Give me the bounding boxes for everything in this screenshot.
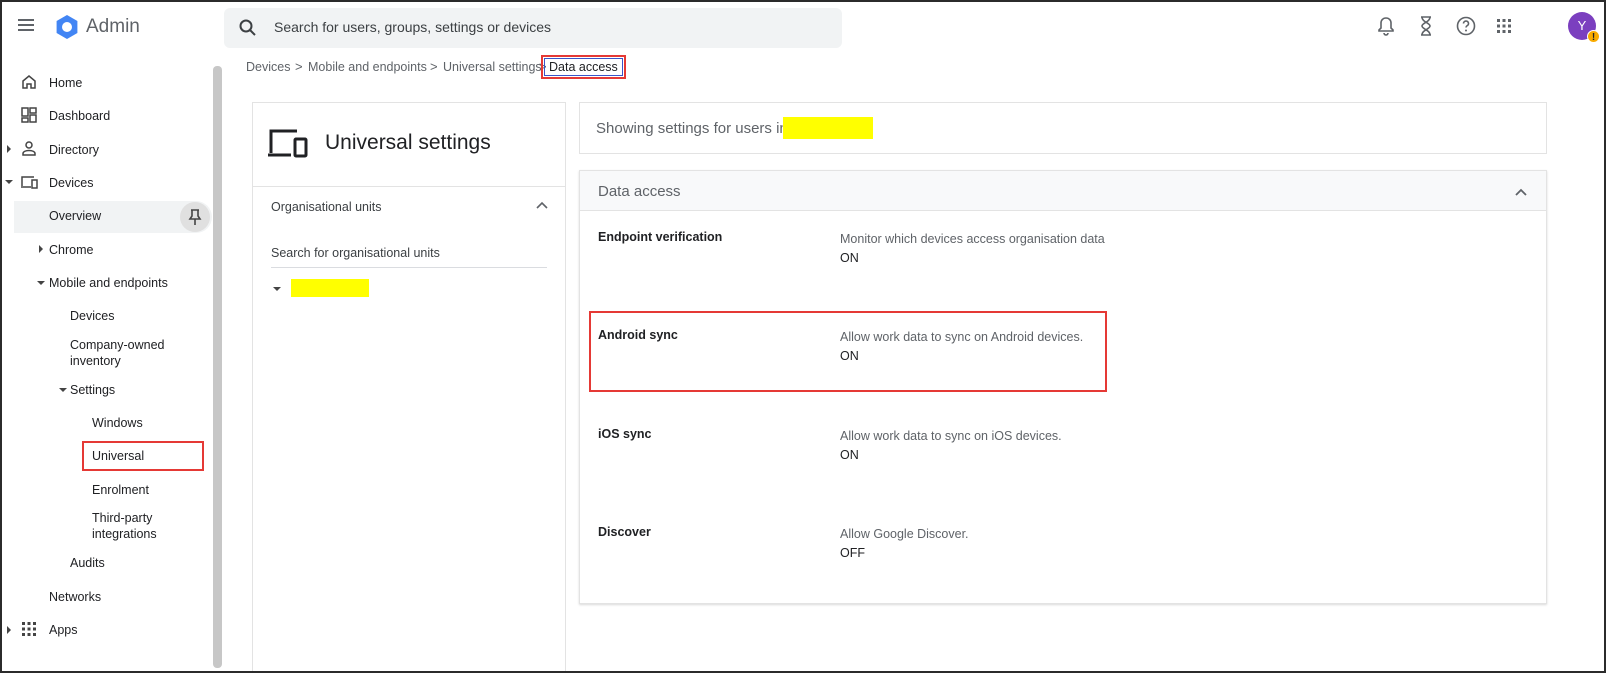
help-icon[interactable] [1454, 14, 1478, 38]
setting-desc-ios: Allow work data to sync on iOS devices. [840, 429, 1062, 443]
collapse-arrow-icon[interactable] [59, 388, 67, 392]
org-units-header: Universal settings [253, 103, 565, 187]
sidebar-item-devices[interactable]: Devices [49, 175, 93, 191]
setting-value-endpoint: ON [840, 251, 859, 265]
org-units-panel: Universal settings Organisational units … [252, 102, 566, 671]
avatar[interactable]: Y ! [1568, 12, 1600, 43]
bell-icon[interactable] [1374, 14, 1398, 38]
app-name[interactable]: Admin [86, 16, 140, 38]
pin-icon [188, 209, 202, 225]
sidebar-item-chrome[interactable]: Chrome [49, 242, 93, 258]
sidebar-item-apps[interactable]: Apps [49, 622, 78, 638]
sidebar-item-directory[interactable]: Directory [49, 142, 99, 158]
breadcrumb-separator: > [430, 59, 438, 74]
third-party-line-2: integrations [92, 527, 157, 541]
sidebar-item-company-owned[interactable]: Company-owned inventory [70, 337, 165, 369]
sidebar-item-universal[interactable]: Universal [92, 448, 144, 464]
setting-desc-android: Allow work data to sync on Android devic… [840, 330, 1084, 344]
sidebar-item-networks[interactable]: Networks [49, 589, 101, 605]
sidebar-scrollbar[interactable] [213, 66, 222, 668]
sidebar-item-sub-devices[interactable]: Devices [70, 308, 114, 324]
top-bar: Admin Search for users, groups, settings… [2, 2, 1604, 52]
home-icon [22, 75, 36, 89]
sidebar-item-dashboard[interactable]: Dashboard [49, 108, 110, 124]
sidebar: Home Dashboard Directory Devices Overvie… [2, 64, 224, 671]
admin-window: Admin Search for users, groups, settings… [0, 0, 1606, 673]
setting-label-ios[interactable]: iOS sync [598, 427, 652, 441]
setting-value-ios: ON [840, 448, 859, 462]
expand-arrow-icon[interactable] [7, 626, 11, 634]
chevron-up-icon[interactable] [1514, 185, 1528, 199]
expand-arrow-icon[interactable] [7, 145, 11, 153]
setting-value-android: ON [840, 349, 859, 363]
sidebar-item-mobile-endpoints[interactable]: Mobile and endpoints [49, 275, 168, 291]
breadcrumb-devices[interactable]: Devices [246, 60, 290, 74]
breadcrumb-separator: > [295, 59, 303, 74]
collapse-arrow-icon[interactable] [5, 180, 13, 184]
data-access-header[interactable]: Data access [580, 171, 1546, 211]
sidebar-item-enrolment[interactable]: Enrolment [92, 482, 149, 498]
warning-badge-icon: ! [1587, 30, 1600, 43]
search-input[interactable]: Search for users, groups, settings or de… [274, 19, 551, 35]
setting-value-discover: OFF [840, 546, 865, 560]
breadcrumb-current: Data access [541, 55, 626, 79]
setting-label-discover[interactable]: Discover [598, 525, 651, 539]
apps-grid-icon[interactable] [1492, 14, 1516, 38]
sidebar-item-audits[interactable]: Audits [70, 555, 105, 571]
dashboard-icon [21, 107, 37, 123]
admin-logo-icon[interactable] [54, 14, 80, 40]
search-bar[interactable]: Search for users, groups, settings or de… [224, 8, 842, 48]
org-units-heading: Organisational units [271, 200, 382, 214]
redacted-org-unit[interactable] [291, 279, 369, 297]
sidebar-item-windows[interactable]: Windows [92, 415, 143, 431]
devices-large-icon [268, 129, 308, 158]
setting-desc-discover: Allow Google Discover. [840, 527, 969, 541]
settings-scope-bar: Showing settings for users in [579, 102, 1547, 154]
setting-label-endpoint[interactable]: Endpoint verification [598, 230, 722, 244]
devices-icon [21, 176, 38, 189]
settings-scope-text: Showing settings for users in [596, 120, 788, 137]
main-menu-icon[interactable] [16, 16, 36, 36]
setting-label-android[interactable]: Android sync [598, 328, 678, 342]
chevron-up-icon[interactable] [535, 200, 549, 210]
apps-icon [22, 622, 36, 636]
sidebar-item-home[interactable]: Home [49, 75, 82, 91]
avatar-initial: Y [1577, 18, 1587, 33]
person-icon [22, 141, 36, 156]
setting-desc-endpoint: Monitor which devices access organisatio… [840, 232, 1105, 246]
pin-button[interactable] [180, 202, 210, 232]
data-access-title: Data access [598, 183, 681, 200]
page-title: Universal settings [325, 131, 491, 154]
company-owned-line-2: inventory [70, 354, 121, 368]
breadcrumb-mobile-endpoints[interactable]: Mobile and endpoints [308, 60, 427, 74]
collapse-arrow-icon[interactable] [273, 287, 281, 291]
org-units-search-input[interactable]: Search for organisational units [271, 246, 547, 268]
search-icon [239, 19, 256, 36]
hourglass-icon[interactable] [1414, 14, 1438, 38]
expand-arrow-icon[interactable] [39, 245, 43, 253]
company-owned-line-1: Company-owned [70, 338, 165, 352]
sidebar-item-third-party[interactable]: Third-party integrations [92, 510, 157, 542]
collapse-arrow-icon[interactable] [37, 281, 45, 285]
redacted-org-name [783, 117, 873, 139]
sidebar-item-settings[interactable]: Settings [70, 382, 115, 398]
sidebar-item-overview[interactable]: Overview [49, 208, 101, 224]
third-party-line-1: Third-party [92, 511, 153, 525]
data-access-card: Data access Endpoint verification Monito… [579, 170, 1547, 604]
breadcrumb-universal-settings[interactable]: Universal settings [443, 60, 542, 74]
